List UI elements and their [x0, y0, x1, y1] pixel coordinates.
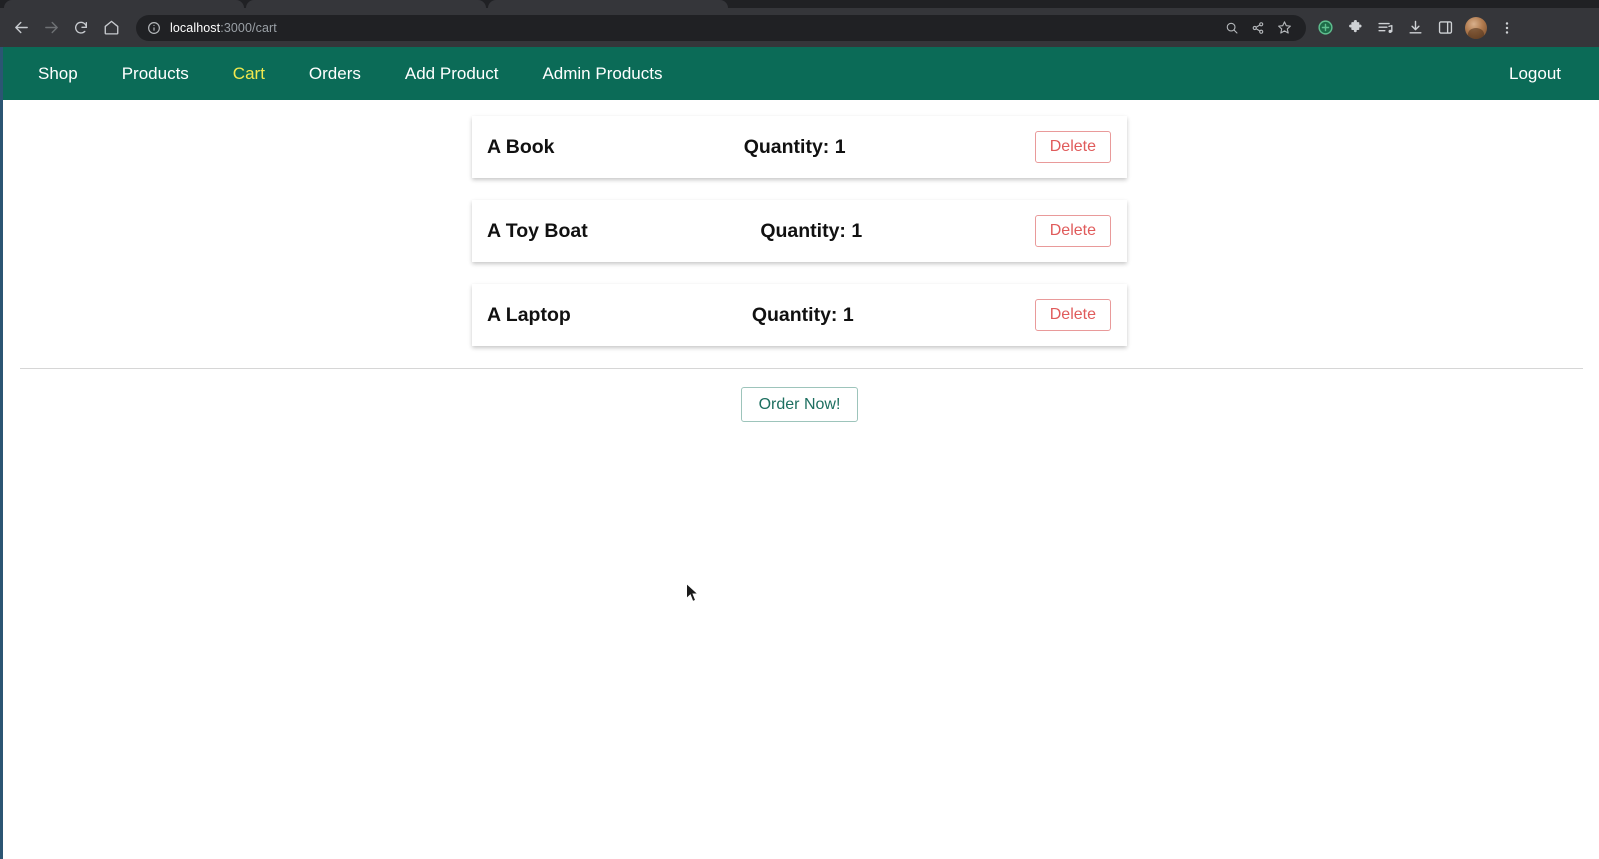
- main-navigation: Shop Products Cart Orders Add Product Ad…: [0, 47, 1599, 100]
- nav-item-products[interactable]: Products: [100, 58, 211, 90]
- bookmark-star-icon[interactable]: [1272, 16, 1296, 40]
- url-path: :3000/cart: [220, 20, 277, 35]
- browser-tab[interactable]: [4, 0, 244, 8]
- cart-item-title: A Toy Boat: [487, 219, 588, 242]
- url-host: localhost: [170, 20, 221, 35]
- home-button[interactable]: [96, 13, 126, 43]
- cart-divider: [20, 368, 1583, 369]
- cart-container: A Book Quantity: 1 Delete A Toy Boat Qua…: [0, 100, 1599, 423]
- nav-item-add-product[interactable]: Add Product: [383, 58, 521, 90]
- nav-item-orders[interactable]: Orders: [287, 58, 383, 90]
- cart-item-title: A Laptop: [487, 303, 571, 326]
- browser-tab[interactable]: [246, 0, 486, 8]
- toolbar-actions: [1312, 14, 1520, 41]
- three-dot-menu-icon[interactable]: [1493, 14, 1520, 41]
- order-now-form: Order Now!: [0, 387, 1599, 423]
- tab-strip: [0, 0, 1599, 8]
- back-button[interactable]: [6, 13, 36, 43]
- browser-toolbar: localhost:3000/cart: [0, 8, 1599, 47]
- url-text: localhost:3000/cart: [170, 21, 277, 35]
- browser-chrome: localhost:3000/cart: [0, 0, 1599, 47]
- delete-button[interactable]: Delete: [1034, 214, 1111, 248]
- nav-item-shop[interactable]: Shop: [38, 58, 100, 90]
- delete-form: Delete: [1034, 298, 1111, 332]
- share-icon[interactable]: [1246, 16, 1270, 40]
- info-circle-icon[interactable]: [146, 20, 161, 35]
- avatar[interactable]: [1465, 16, 1487, 39]
- cart-item-row: A Book Quantity: 1 Delete: [472, 116, 1127, 178]
- reading-list-icon[interactable]: [1372, 14, 1399, 41]
- zoom-icon[interactable]: [1220, 16, 1244, 40]
- nav-item-cart[interactable]: Cart: [211, 58, 287, 90]
- page-viewport: Shop Products Cart Orders Add Product Ad…: [0, 47, 1599, 859]
- browser-tab[interactable]: [488, 0, 728, 8]
- cart-item-quantity: Quantity: 1: [760, 219, 863, 242]
- cart-item-quantity: Quantity: 1: [743, 135, 846, 158]
- nav-links: Shop Products Cart Orders Add Product Ad…: [38, 58, 684, 90]
- delete-button[interactable]: Delete: [1034, 298, 1111, 332]
- delete-form: Delete: [1034, 214, 1111, 248]
- cart-item-row: A Laptop Quantity: 1 Delete: [472, 284, 1127, 346]
- nav-item-admin-products[interactable]: Admin Products: [520, 58, 684, 90]
- delete-button[interactable]: Delete: [1034, 130, 1111, 164]
- mouse-cursor: [686, 583, 700, 603]
- forward-button[interactable]: [36, 13, 66, 43]
- reload-button[interactable]: [66, 13, 96, 43]
- logout-button[interactable]: Logout: [1501, 58, 1569, 90]
- cart-item-list: A Book Quantity: 1 Delete A Toy Boat Qua…: [472, 116, 1127, 346]
- cart-item-row: A Toy Boat Quantity: 1 Delete: [472, 200, 1127, 262]
- delete-form: Delete: [1034, 130, 1111, 164]
- extensions-puzzle-icon[interactable]: [1342, 14, 1369, 41]
- address-bar[interactable]: localhost:3000/cart: [136, 14, 1306, 41]
- side-panel-icon[interactable]: [1432, 14, 1459, 41]
- downloads-icon[interactable]: [1402, 14, 1429, 41]
- omnibox-actions: [1220, 16, 1296, 40]
- viewport-left-edge: [0, 47, 3, 859]
- cart-item-title: A Book: [487, 135, 555, 158]
- order-now-button[interactable]: Order Now!: [740, 387, 859, 423]
- cart-item-quantity: Quantity: 1: [751, 303, 854, 326]
- add-circle-icon[interactable]: [1312, 14, 1339, 41]
